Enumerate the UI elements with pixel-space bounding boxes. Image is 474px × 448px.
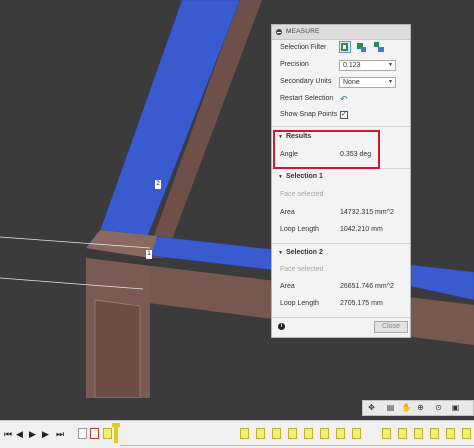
timeline-bar: ⏮ ◀ ▶ ▶ ⏭ [0,420,474,448]
step-forward-icon[interactable]: ▶ [42,429,49,439]
timeline-feature[interactable] [90,428,99,439]
timeline-feature[interactable] [382,428,391,439]
results-highlight-box [273,130,380,169]
secondary-units-value: None [343,79,360,86]
selection1-loop-label: Loop Length [280,226,319,233]
selection2-area-label: Area [280,283,295,290]
timeline-feature[interactable] [240,428,249,439]
timeline-feature[interactable] [78,428,87,439]
selection1-heading: Selection 1 [285,173,323,180]
restart-selection-label: Restart Selection [280,95,334,102]
selection-badge-2: 2 [155,180,161,189]
zoom-icon[interactable]: ⊕ [415,403,426,413]
timeline-feature[interactable] [430,428,439,439]
selection-badge-1: 1 [146,250,152,259]
vertical-post-inner [94,299,141,399]
selection2-loop-value: 2705.175 mm [340,300,383,307]
selection2-type: Face selected [280,266,324,273]
panel-title-bar[interactable]: MEASURE [272,25,410,40]
restart-arrow-icon[interactable]: ↶ [340,94,350,104]
secondary-units-select[interactable]: None ▼ [339,77,396,88]
selection1-area-label: Area [280,209,295,216]
selection1-header[interactable]: ▼ Selection 1 [278,173,323,180]
timeline-feature[interactable] [446,428,455,439]
pan-hand-icon[interactable]: ✋ [401,403,412,413]
selection2-loop-label: Loop Length [280,300,319,307]
timeline-feature[interactable] [103,428,112,439]
secondary-units-label: Secondary Units [280,78,332,85]
skip-start-icon[interactable]: ⏮ [4,429,12,439]
precision-row: Precision [280,59,309,71]
select-edge-icon[interactable] [373,41,385,53]
timeline-feature[interactable] [462,428,471,439]
timeline-track [120,445,474,446]
select-body-icon[interactable] [339,41,351,53]
info-icon[interactable]: i [278,323,285,330]
timeline-feature[interactable] [336,428,345,439]
panel-title: MEASURE [286,28,320,35]
selection2-heading: Selection 2 [285,249,323,256]
selection2-header[interactable]: ▼ Selection 2 [278,249,323,256]
selection1-area-value: 14732.315 mm^2 [340,209,394,216]
zoom-window-icon[interactable]: ⊙ [433,403,444,413]
show-snap-points-row: Show Snap Points [280,109,337,121]
timeline-feature[interactable] [272,428,281,439]
timeline-feature[interactable] [304,428,313,439]
collapse-triangle-icon: ▼ [278,250,283,256]
timeline-feature[interactable] [398,428,407,439]
chevron-down-icon: ▼ [388,62,393,68]
timeline-marker[interactable] [112,423,120,443]
play-icon[interactable]: ▶ [29,429,36,439]
divider [272,317,410,318]
timeline-feature[interactable] [320,428,329,439]
selection2-area-value: 26651.746 mm^2 [340,283,394,290]
skip-end-icon[interactable]: ⏭ [56,429,64,439]
secondary-units-row: Secondary Units [280,76,331,88]
measure-panel[interactable]: MEASURE Selection Filter Precision 0.123… [271,24,411,338]
select-face-icon[interactable] [356,41,368,53]
collapse-dot-icon[interactable] [276,29,282,35]
chevron-down-icon: ▼ [388,79,393,85]
close-button[interactable]: Close [374,321,408,333]
orbit-icon[interactable]: ✥ [366,403,377,413]
collapse-triangle-icon: ▼ [278,174,283,180]
timeline-feature[interactable] [288,428,297,439]
divider [272,126,410,127]
show-snap-points-checkbox[interactable]: ✓ [340,111,348,119]
selection1-loop-value: 1042.210 mm [340,226,383,233]
look-at-icon[interactable]: ▤ [385,403,396,413]
precision-label: Precision [280,61,309,68]
navigation-toolbar: ✥ ▤ ✋ ⊕ ⊙ ▣ [362,400,474,416]
step-back-icon[interactable]: ◀ [16,429,23,439]
precision-value: 0.123 [343,62,361,69]
divider [272,243,410,244]
timeline-feature[interactable] [414,428,423,439]
selection-filter-label: Selection Filter [280,44,327,51]
timeline-feature[interactable] [256,428,265,439]
selection1-type: Face selected [280,191,324,198]
selection-filter-row: Selection Filter [280,42,326,54]
precision-select[interactable]: 0.123 ▼ [339,60,396,71]
display-settings-icon[interactable]: ▣ [450,403,461,413]
restart-selection-row: Restart Selection [280,93,333,105]
timeline-feature[interactable] [352,428,361,439]
show-snap-points-label: Show Snap Points [280,111,338,118]
